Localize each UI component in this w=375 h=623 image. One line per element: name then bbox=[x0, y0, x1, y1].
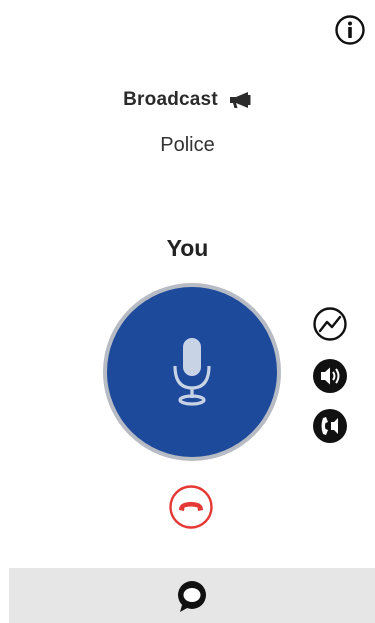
signal-icon bbox=[313, 307, 347, 341]
megaphone-icon bbox=[229, 92, 251, 108]
speaker-volume-icon bbox=[313, 359, 347, 393]
broadcast-header: Broadcast bbox=[0, 86, 375, 114]
push-to-talk-button[interactable] bbox=[107, 287, 277, 457]
handset-audio-icon bbox=[313, 409, 347, 443]
info-button[interactable] bbox=[334, 14, 366, 46]
end-call-button[interactable] bbox=[168, 484, 214, 530]
current-speaker-label: You bbox=[166, 235, 209, 261]
signal-button[interactable] bbox=[312, 306, 348, 342]
channel-name: Police bbox=[160, 134, 215, 156]
speaker-volume-button[interactable] bbox=[312, 358, 348, 394]
end-call-icon bbox=[169, 485, 213, 529]
bottom-bar bbox=[9, 568, 375, 623]
microphone-icon bbox=[173, 338, 211, 406]
chat-button[interactable] bbox=[174, 578, 210, 614]
info-icon bbox=[335, 15, 365, 45]
handset-audio-button[interactable] bbox=[312, 408, 348, 444]
chat-bubble-icon bbox=[178, 580, 206, 612]
broadcast-title: Broadcast bbox=[123, 89, 218, 110]
